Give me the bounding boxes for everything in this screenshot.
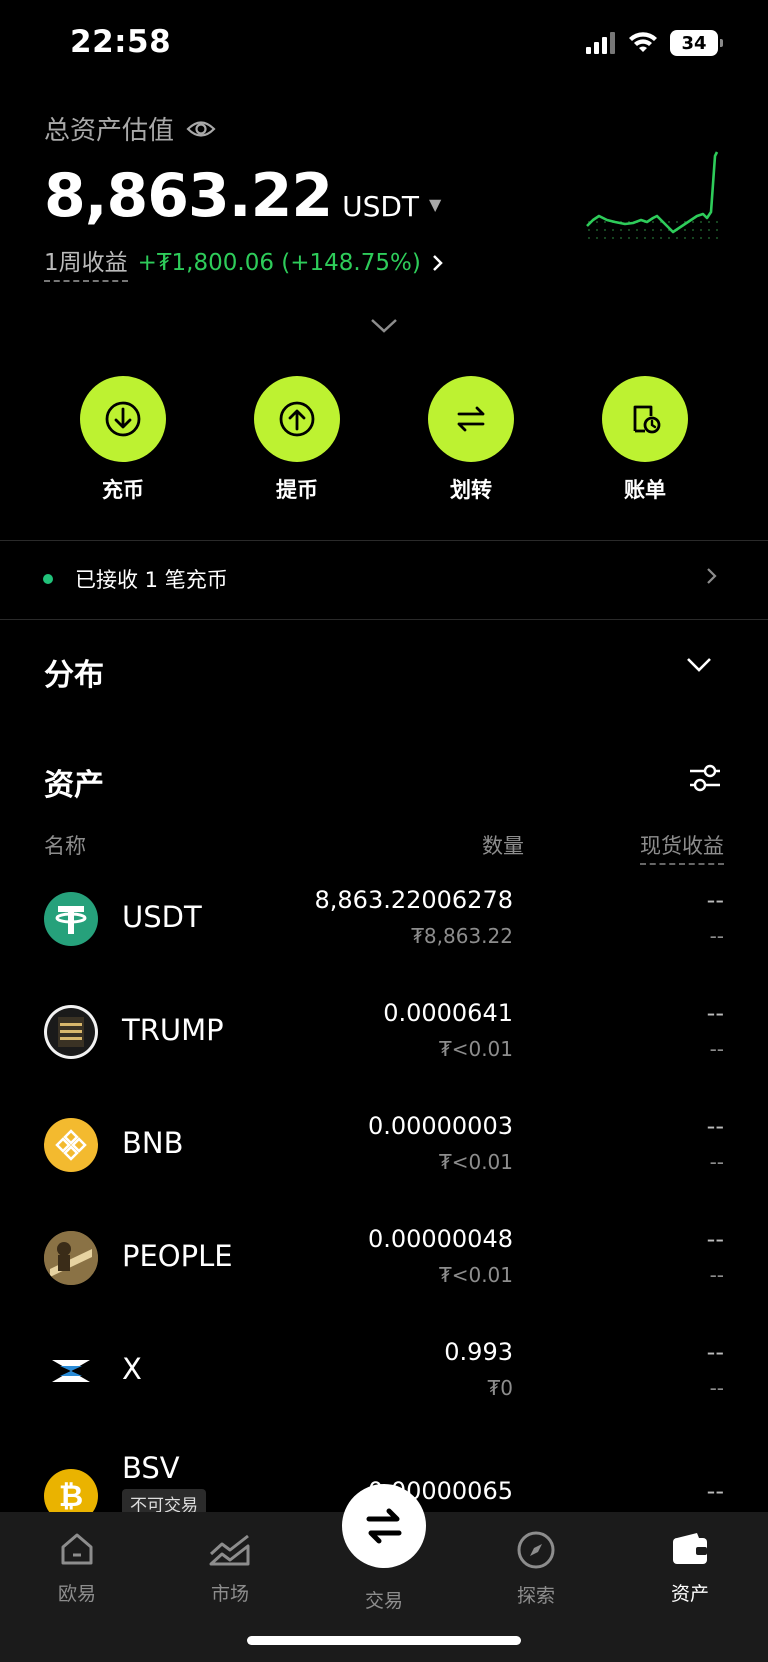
asset-symbol: BNB [122,1126,184,1160]
notice-text: 已接收 1 笔充币 [75,568,228,592]
compass-icon [517,1531,555,1569]
asset-pnl-sub: -- [709,1263,724,1287]
svg-text:₿: ₿ [59,1479,83,1514]
nav-trade[interactable]: 交易 [324,1580,444,1613]
status-icons: 34 [586,30,723,56]
battery-icon: 34 [670,30,723,56]
usdt-coin-icon [44,892,98,946]
asset-pnl: -- [706,1225,724,1253]
asset-fiat-value: ₮0 [487,1376,513,1400]
nav-explore[interactable]: 探索 [476,1530,596,1608]
home-icon [61,1533,93,1565]
expand-chevron-icon[interactable] [370,318,398,334]
total-value: 8,863.22 [44,161,333,231]
eye-icon[interactable] [186,118,216,140]
filter-settings-icon[interactable] [688,762,722,794]
total-assets-header: 总资产估值 8,863.22 USDT ▼ 1周收益 +₮1,800.06 (+… [44,110,445,282]
bnb-coin-icon [44,1118,98,1172]
chevron-right-icon[interactable] [706,566,718,586]
withdraw-button[interactable]: 提币 [237,376,357,504]
deposit-notice[interactable]: 已接收 1 笔充币 [0,540,768,618]
asset-symbol: BSV [122,1451,180,1485]
asset-symbol: PEOPLE [122,1239,233,1273]
chevron-down-icon[interactable] [686,657,712,673]
col-name: 名称 [44,834,86,858]
week-pnl-label[interactable]: 1周收益 [44,243,128,282]
asset-pnl-sub: -- [709,1150,724,1174]
home-indicator [247,1636,521,1645]
notice-dot [43,574,53,584]
deposit-button[interactable]: 充币 [63,376,183,504]
asset-quantity: 0.00000048 [367,1225,513,1253]
asset-pnl: -- [706,1112,724,1140]
withdraw-label: 提币 [276,478,318,502]
asset-quantity: 0.00000003 [367,1112,513,1140]
bill-label: 账单 [624,478,666,502]
asset-fiat-value: ₮<0.01 [438,1037,513,1061]
asset-pnl: -- [706,1477,724,1505]
asset-symbol: TRUMP [122,1013,224,1047]
nav-trade-label: 交易 [364,1590,403,1612]
asset-row-people[interactable]: PEOPLE 0.00000048 ₮<0.01 -- -- [0,1219,768,1332]
col-quantity[interactable]: 数量 [482,830,524,860]
week-pnl-value: +₮1,800.06 (+148.75%) [137,249,421,276]
total-value-row: 8,863.22 USDT ▼ [44,161,445,231]
nav-home-label: 欧易 [57,1583,96,1605]
deposit-icon[interactable] [80,376,166,462]
asset-fiat-value: ₮8,863.22 [411,924,513,948]
trade-swap-icon [366,1508,402,1544]
asset-row-x[interactable]: X 0.993 ₮0 -- -- [0,1332,768,1445]
distribution-title[interactable]: 分布 [44,650,104,694]
people-coin-icon [44,1231,98,1285]
nav-assets-label: 资产 [670,1583,709,1605]
asset-pnl: -- [706,886,724,914]
asset-pnl-sub: -- [709,924,724,948]
asset-row-trump[interactable]: TRUMP 0.0000641 ₮<0.01 -- -- [0,993,768,1106]
asset-fiat-value: ₮<0.01 [438,1263,513,1287]
trump-coin-icon [44,1005,98,1059]
asset-pnl: -- [706,1338,724,1366]
chevron-right-icon[interactable] [431,253,445,273]
asset-quantity: 8,863.22006278 [314,886,514,914]
transfer-button[interactable]: 划转 [411,376,531,504]
nav-home[interactable]: 欧易 [17,1530,137,1606]
status-bar: 22:58 34 [0,0,768,90]
asset-quantity: 0.993 [444,1338,513,1366]
caret-down-icon[interactable]: ▼ [429,195,441,214]
nav-explore-label: 探索 [516,1585,555,1607]
asset-pnl-sub: -- [709,1037,724,1061]
total-assets-label: 总资产估值 [44,116,175,146]
signal-icon [586,32,615,54]
x-coin-icon [44,1344,98,1398]
col-spot-pnl[interactable]: 现货收益 [640,830,724,865]
asset-row-bnb[interactable]: BNB 0.00000003 ₮<0.01 -- -- [0,1106,768,1219]
bill-icon[interactable] [602,376,688,462]
market-icon [209,1534,250,1566]
asset-fiat-value: ₮<0.01 [438,1150,513,1174]
asset-row-usdt[interactable]: USDT 8,863.22006278 ₮8,863.22 -- -- [0,880,768,993]
asset-symbol: USDT [122,900,202,934]
balance-sparkline [586,151,719,239]
assets-title: 资产 [44,768,104,803]
total-assets-label-row: 总资产估值 [44,110,445,147]
deposit-label: 充币 [102,478,144,502]
nav-market-label: 市场 [210,1583,249,1605]
asset-symbol: X [122,1352,142,1386]
transfer-icon[interactable] [428,376,514,462]
divider [0,619,768,620]
withdraw-icon[interactable] [254,376,340,462]
wallet-icon [673,1533,707,1564]
asset-pnl-sub: -- [709,1376,724,1400]
status-time: 22:58 [70,24,172,60]
trade-button[interactable] [342,1484,426,1568]
bill-button[interactable]: 账单 [585,376,705,504]
nav-market[interactable]: 市场 [170,1530,290,1606]
asset-pnl: -- [706,999,724,1027]
nav-assets[interactable]: 资产 [630,1530,750,1606]
week-pnl-row[interactable]: 1周收益 +₮1,800.06 (+148.75%) [44,243,445,282]
transfer-label: 划转 [450,478,492,502]
wifi-icon [629,32,657,52]
currency-unit-selector[interactable]: USDT [342,190,419,223]
asset-quantity: 0.0000641 [383,999,513,1027]
